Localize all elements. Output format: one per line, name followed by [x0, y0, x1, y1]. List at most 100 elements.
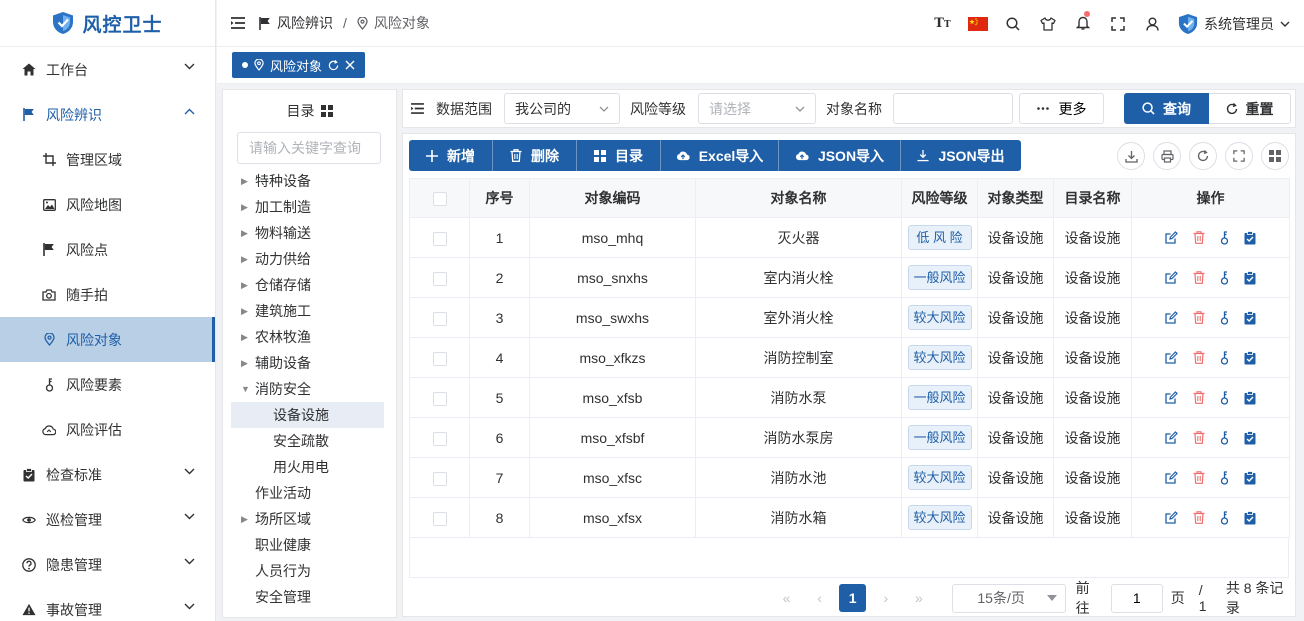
clipboard-check-icon[interactable]	[1244, 510, 1256, 525]
search-icon[interactable]	[995, 0, 1030, 47]
key-icon[interactable]	[1220, 510, 1229, 525]
page-size-select[interactable]: 15条/页	[952, 583, 1066, 613]
key-icon[interactable]	[1220, 230, 1229, 245]
row-checkbox[interactable]	[432, 511, 447, 526]
delete-icon[interactable]	[1193, 431, 1205, 444]
edit-icon[interactable]	[1165, 271, 1178, 284]
clipboard-check-icon[interactable]	[1244, 390, 1256, 405]
delete-icon[interactable]	[1193, 511, 1205, 524]
tree-node[interactable]: 用火用电	[223, 454, 396, 480]
tab-risk-object[interactable]: 风险对象	[232, 52, 366, 78]
delete-button[interactable]: 删除	[493, 140, 577, 171]
sidebar-item[interactable]: 隐患管理	[0, 542, 215, 587]
fullscreen-icon[interactable]	[1225, 142, 1253, 170]
row-checkbox[interactable]	[432, 271, 447, 286]
refresh-icon[interactable]	[328, 59, 339, 71]
sidebar-item[interactable]: 随手拍	[0, 272, 215, 317]
clipboard-check-icon[interactable]	[1244, 430, 1256, 445]
clipboard-check-icon[interactable]	[1244, 270, 1256, 285]
sidebar-item[interactable]: 巡检管理	[0, 497, 215, 542]
tree-node[interactable]: ▶ 场所区域	[223, 506, 396, 532]
close-icon[interactable]	[345, 60, 355, 70]
json-import-button[interactable]: JSON导入	[779, 140, 901, 171]
reset-button[interactable]: 重置	[1209, 93, 1291, 124]
tree-node[interactable]: ▶ 仓储存储	[223, 272, 396, 298]
prev-page-icon[interactable]: ‹	[806, 584, 833, 612]
tree-node[interactable]: 职业健康	[223, 532, 396, 558]
caret-right-icon[interactable]: ▶	[241, 358, 248, 369]
key-icon[interactable]	[1220, 470, 1229, 485]
clipboard-check-icon[interactable]	[1244, 310, 1256, 325]
json-export-button[interactable]: JSON导出	[901, 140, 1021, 171]
tree-node[interactable]: ▶ 建筑施工	[223, 298, 396, 324]
row-checkbox[interactable]	[432, 431, 447, 446]
first-page-icon[interactable]: «	[773, 584, 800, 612]
tree-node[interactable]: 安全管理	[223, 584, 396, 610]
delete-icon[interactable]	[1193, 391, 1205, 404]
download-icon[interactable]	[1117, 142, 1145, 170]
refresh-icon[interactable]	[1189, 142, 1217, 170]
more-button[interactable]: 更多	[1019, 93, 1104, 124]
caret-right-icon[interactable]: ▶	[241, 254, 248, 265]
sidebar-item[interactable]: 工作台	[0, 47, 215, 92]
sidebar-item[interactable]: 风险点	[0, 227, 215, 272]
sidebar-item[interactable]: 风险对象	[0, 317, 215, 362]
sidebar-item[interactable]: 检查标准	[0, 452, 215, 497]
edit-icon[interactable]	[1165, 231, 1178, 244]
clipboard-check-icon[interactable]	[1244, 470, 1256, 485]
caret-right-icon[interactable]: ▶	[241, 514, 248, 525]
sidebar-item[interactable]: 风险要素	[0, 362, 215, 407]
tree-node[interactable]: 设备设施	[231, 402, 384, 428]
notification-bell-icon[interactable]	[1065, 0, 1100, 47]
tree-node[interactable]: ▶ 辅助设备	[223, 350, 396, 376]
key-icon[interactable]	[1220, 390, 1229, 405]
menu-toggle-icon[interactable]	[231, 17, 245, 29]
row-checkbox[interactable]	[432, 231, 447, 246]
edit-icon[interactable]	[1165, 391, 1178, 404]
page-number-current[interactable]: 1	[839, 584, 867, 612]
edit-icon[interactable]	[1165, 511, 1178, 524]
theme-shirt-icon[interactable]	[1030, 0, 1065, 47]
key-icon[interactable]	[1220, 310, 1229, 325]
tree-node[interactable]: ▼ 消防安全	[223, 376, 396, 402]
row-checkbox[interactable]	[432, 391, 447, 406]
key-icon[interactable]	[1220, 430, 1229, 445]
row-checkbox[interactable]	[432, 311, 447, 326]
collapse-query-icon[interactable]	[411, 103, 424, 114]
caret-right-icon[interactable]: ▶	[241, 306, 248, 317]
edit-icon[interactable]	[1165, 351, 1178, 364]
tree-node[interactable]: ▶ 农林牧渔	[223, 324, 396, 350]
tree-node[interactable]: 人员行为	[223, 558, 396, 584]
select-all-checkbox[interactable]	[432, 192, 447, 207]
print-icon[interactable]	[1153, 142, 1181, 170]
language-flag-icon[interactable]	[960, 0, 995, 47]
edit-icon[interactable]	[1165, 431, 1178, 444]
add-button[interactable]: 新增	[409, 140, 493, 171]
fullscreen-icon[interactable]	[1100, 0, 1135, 47]
caret-right-icon[interactable]: ▶	[241, 202, 248, 213]
grid-icon[interactable]	[320, 105, 333, 117]
user-profile-icon[interactable]	[1135, 0, 1170, 47]
clipboard-check-icon[interactable]	[1244, 230, 1256, 245]
delete-icon[interactable]	[1193, 351, 1205, 364]
delete-icon[interactable]	[1193, 471, 1205, 484]
key-icon[interactable]	[1220, 270, 1229, 285]
edit-icon[interactable]	[1165, 471, 1178, 484]
goto-page-input[interactable]	[1110, 583, 1163, 613]
delete-icon[interactable]	[1193, 311, 1205, 324]
tree-search-input[interactable]	[237, 132, 381, 164]
columns-grid-icon[interactable]	[1261, 142, 1289, 170]
breadcrumb-item[interactable]: 风险辨识	[277, 13, 333, 33]
caret-right-icon[interactable]: ▶	[241, 228, 248, 239]
row-checkbox[interactable]	[432, 351, 447, 366]
caret-right-icon[interactable]: ▶	[241, 332, 248, 343]
user-menu[interactable]: 系统管理员	[1178, 13, 1290, 35]
tree-node[interactable]: ▶ 物料输送	[223, 220, 396, 246]
key-icon[interactable]	[1220, 350, 1229, 365]
tree-node[interactable]: 安全疏散	[223, 428, 396, 454]
edit-icon[interactable]	[1165, 311, 1178, 324]
caret-right-icon[interactable]: ▶	[241, 176, 248, 187]
sidebar-item[interactable]: 管理区域	[0, 137, 215, 182]
tree-node[interactable]: 作业活动	[223, 480, 396, 506]
tree-node[interactable]: ▶ 特种设备	[223, 168, 396, 194]
